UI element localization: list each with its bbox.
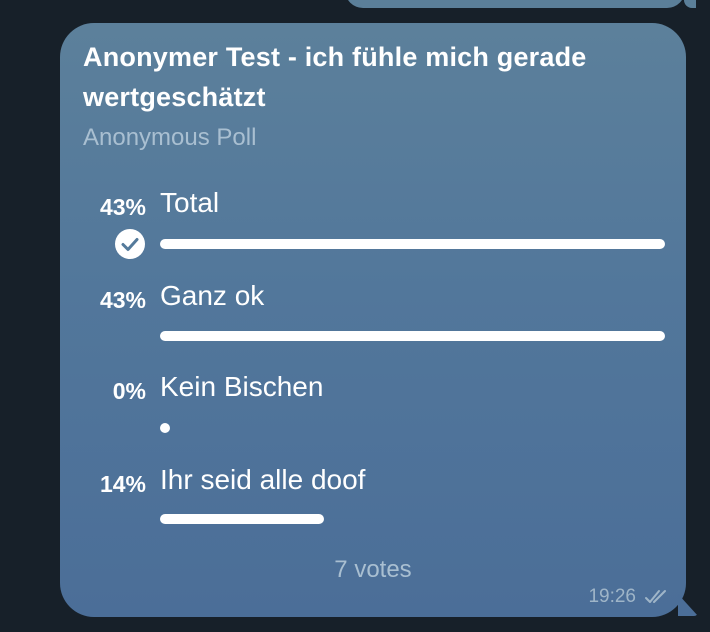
message-time: 19:26 <box>588 586 636 607</box>
option-result-fill <box>160 239 665 249</box>
previous-message-tail <box>684 0 696 8</box>
option-label: Ihr seid alle doof <box>160 464 366 495</box>
option-result-fill <box>160 331 665 341</box>
selected-check-icon <box>115 229 145 259</box>
option-result-fill <box>160 423 170 433</box>
poll-option-ihr-seid-alle-doof[interactable]: 14% Ihr seid alle doof <box>60 463 686 553</box>
option-label: Total <box>160 187 220 218</box>
option-percent: 14% <box>99 471 146 497</box>
previous-message-bubble <box>345 0 685 8</box>
message-meta: 19:26 <box>588 585 670 609</box>
option-result-fill <box>160 514 324 524</box>
option-result-bar <box>160 514 665 524</box>
poll-option-kein-bischen[interactable]: 0% Kein Bischen <box>60 370 686 460</box>
poll-option-ganz-ok[interactable]: 43% Ganz ok <box>60 279 686 369</box>
option-result-bar <box>160 423 665 433</box>
poll-option-total[interactable]: 43% Total <box>60 186 686 276</box>
option-percent: 43% <box>99 194 146 220</box>
option-label: Kein Bischen <box>160 371 324 402</box>
poll-question: Anonymer Test - ich fühle mich gerade we… <box>83 42 587 112</box>
poll-type-label: Anonymous Poll <box>83 124 257 151</box>
poll-message-bubble[interactable]: Anonymer Test - ich fühle mich gerade we… <box>60 23 686 617</box>
option-result-bar <box>160 331 665 341</box>
option-label: Ganz ok <box>160 280 265 311</box>
poll-votes-count: 7 votes <box>334 556 412 583</box>
option-result-bar <box>160 239 665 249</box>
option-percent: 43% <box>99 287 146 313</box>
option-percent: 0% <box>112 378 146 404</box>
double-check-icon <box>644 588 670 606</box>
